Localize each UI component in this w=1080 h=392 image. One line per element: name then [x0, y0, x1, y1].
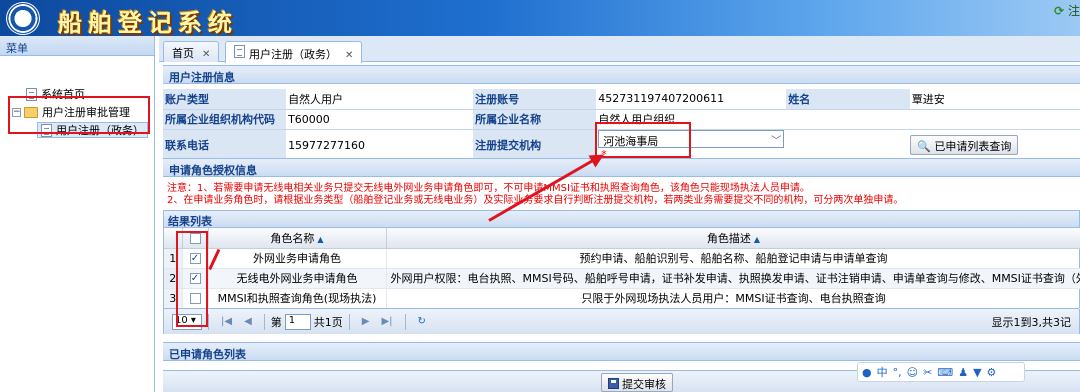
settings-icon[interactable]: ⚙ [987, 366, 997, 379]
query-cell: 🔍 已申请列表查询 [786, 129, 1080, 162]
table-row[interactable]: 3 MMSI和执照查询角色(现场执法) 只限于外网现场执法人员用户：MMSI证书… [164, 288, 1080, 309]
col-desc-label: 角色描述 [706, 231, 751, 245]
result-list-title: 结果列表 [164, 211, 1079, 228]
col-role-header[interactable]: 角色名称 ▲ [208, 228, 387, 249]
role-name: MMSI和执照查询角色(现场执法) [208, 288, 387, 309]
section-header-applied-roles: 已申请角色列表 [163, 342, 1080, 361]
refresh-icon[interactable]: ⟳ [1054, 4, 1064, 18]
account-type-value: 自然人用户 [286, 89, 474, 110]
menu-tree: 系统首页 − 用户注册审批管理 用户注册（政务） [0, 56, 154, 138]
highlight-box-menu [8, 96, 150, 134]
tab-bar: 首页 ✕ 用户注册（政务） ✕ [159, 36, 1080, 63]
submit-review-button[interactable]: 提交审核 [601, 373, 673, 392]
org-code-value: T60000 [286, 109, 474, 130]
skin-icon[interactable]: ♟ [958, 366, 968, 379]
submit-label: 提交审核 [622, 378, 666, 391]
tab-label: 首页 [172, 47, 194, 60]
submit-org-label: 注册提交机构 [473, 129, 597, 162]
header-banner: ⚓ 船舶登记系统 ⟳ 注 [0, 0, 1080, 37]
main-panel: 首页 ✕ 用户注册（政务） ✕ 用户注册信息 账户类型 自然人用户 注册账号 452… [159, 36, 1080, 392]
sort-asc-icon: ▲ [317, 234, 324, 244]
refresh-icon[interactable]: ↻ [418, 316, 426, 327]
chevron-down-icon[interactable]: ﹀ [771, 132, 781, 147]
role-name: 无线电外网业务申请角色 [208, 268, 387, 289]
sort-asc-icon: ▲ [753, 234, 761, 244]
name-label: 姓名 [786, 89, 910, 110]
query-applied-button[interactable]: 🔍 已申请列表查询 [910, 135, 1019, 155]
section-header-user-info: 用户注册信息 [163, 65, 1080, 84]
app-title: 船舶登记系统 [58, 8, 238, 37]
divider [348, 313, 350, 330]
notice-text: 注意：1、若需要申请无线电相关业务只提交无线电外网业务申请角色即可，不可申请MM… [167, 183, 1067, 207]
phone-value: 15977277160 [286, 129, 474, 162]
tab-user-registration[interactable]: 用户注册（政务） ✕ [225, 41, 363, 63]
page-prefix: 第 [270, 315, 282, 329]
col-desc-header[interactable]: 角色描述 ▲ [386, 228, 1080, 249]
user-icon[interactable]: ● [862, 366, 872, 379]
document-icon [234, 45, 245, 58]
role-desc: 只限于外网现场执法人员用户：MMSI证书查询、电台执照查询 [386, 288, 1080, 309]
table-row[interactable]: 2 ✓ 无线电外网业务申请角色 外网用户权限：电台执照、MMSI号码、船舶呼号申… [164, 268, 1080, 289]
section-header-role-auth: 申请角色授权信息 [163, 158, 1080, 177]
punctuation-icon[interactable]: °, [893, 366, 902, 379]
page-input[interactable]: 1 [284, 313, 311, 330]
emoji-icon[interactable]: ☺ [907, 366, 918, 379]
name-value: 覃进安 [909, 89, 1080, 110]
divider [263, 313, 265, 330]
result-table: 角色名称 ▲ 角色描述 ▲ 1 ✓ 外网业务申请角色 预约申请、船舶识别号、船舶名称… [164, 228, 1080, 309]
keyboard-icon[interactable]: ⌨ [937, 366, 953, 379]
query-button-label: 已申请列表查询 [934, 140, 1012, 153]
last-page-icon[interactable]: ▶| [381, 316, 392, 327]
ime-toolbar[interactable]: ● 中 °, ☺ ✂ ⌨ ♟ ▼ ⚙ [857, 362, 1025, 382]
phone-label: 联系电话 [163, 129, 287, 162]
account-type-label: 账户类型 [163, 89, 287, 110]
logo: ⚓ [6, 2, 40, 35]
notice-line-1: 注意：1、若需要申请无线电相关业务只提交无线电外网业务申请角色即可，不可申请MM… [167, 183, 810, 194]
tools-icon[interactable]: ✂ [923, 366, 932, 379]
divider [404, 313, 406, 330]
org-code-label: 所属企业组织机构代码 [163, 109, 287, 130]
result-grid: 结果列表 角色名称 ▲ 角色描述 ▲ 1 ✓ 外网业务申请角色 预约申请、船舶识别号… [163, 210, 1080, 334]
close-icon[interactable]: ✕ [345, 50, 353, 61]
reg-account-value: 452731197407200611 [596, 89, 787, 110]
col-role-label: 角色名称 [270, 231, 315, 245]
page-total: 共1页 [313, 315, 343, 329]
notice-line-2: 2、在申请业务角色时，请根据业务类型（船舶登记业务或无线电业务）及实际业务要求自… [167, 195, 904, 206]
shirt-icon[interactable]: ▼ [973, 366, 981, 379]
header-right[interactable]: ⟳ 注 [1054, 2, 1080, 19]
menu-header: 菜单 [0, 36, 154, 56]
prev-page-icon[interactable]: ◀ [244, 316, 252, 327]
role-desc: 预约申请、船舶识别号、船舶名称、船舶登记申请与申请单查询 [386, 248, 1080, 269]
reg-account-label: 注册账号 [473, 89, 597, 110]
highlight-box-checkboxes [176, 231, 208, 327]
table-row[interactable]: 1 ✓ 外网业务申请角色 预约申请、船舶识别号、船舶名称、船舶登记申请与申请单查… [164, 248, 1080, 269]
divider [208, 313, 209, 330]
sidebar-menu: 菜单 系统首页 − 用户注册审批管理 用户注册（政务） [0, 36, 155, 392]
anchor-icon: ⚓ [16, 9, 30, 27]
empty-cell [786, 109, 910, 130]
org-name-label: 所属企业名称 [473, 109, 597, 130]
close-icon[interactable]: ✕ [202, 49, 210, 60]
save-icon [608, 378, 619, 389]
search-icon: 🔍 [917, 140, 931, 153]
first-page-icon[interactable]: |◀ [221, 316, 232, 327]
page-info: 显示1到3,共3记 [991, 315, 1072, 329]
table-header-row: 角色名称 ▲ 角色描述 ▲ [164, 228, 1080, 249]
role-name: 外网业务申请角色 [208, 248, 387, 269]
tab-label: 用户注册（政务） [249, 48, 337, 61]
pagination-bar: 10 ▾ |◀ ◀ 第 1 共1页 ▶ ▶| ↻ 显示1到3,共3记 [164, 308, 1079, 334]
tab-home[interactable]: 首页 ✕ [163, 41, 220, 62]
role-desc: 外网用户权限：电台执照、MMSI号码、船舶呼号申请，证书补发申请、执照换发申请、… [386, 268, 1080, 289]
highlight-box-submit-org [595, 122, 691, 158]
ime-mode[interactable]: 中 [877, 364, 888, 380]
empty-cell [909, 109, 1080, 130]
next-page-icon[interactable]: ▶ [362, 316, 370, 327]
header-right-label[interactable]: 注 [1068, 4, 1080, 18]
